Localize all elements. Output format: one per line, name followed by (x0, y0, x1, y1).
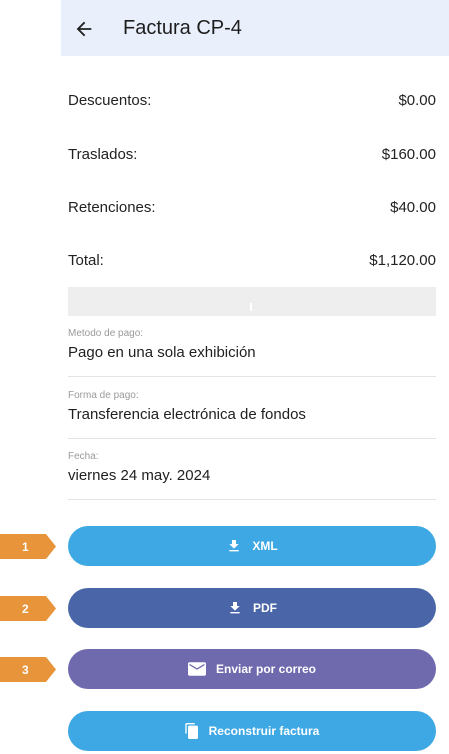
date-value: viernes 24 may. 2024 (68, 467, 211, 484)
download-icon (230, 602, 240, 614)
total-label: Total: (68, 252, 104, 269)
app-bar: Factura CP-4 (61, 0, 449, 56)
page-title: Factura CP-4 (123, 17, 242, 39)
payment-form-value: Transferencia electrónica de fondos (68, 406, 306, 423)
step-badge-2: 2 (0, 596, 56, 621)
copy-file-icon (184, 723, 198, 739)
step-badge-3: 3 (0, 657, 56, 682)
envelope-icon (187, 662, 206, 676)
payment-method-label: Metodo de pago: (68, 328, 144, 339)
step-badge-3-number: 3 (22, 663, 29, 677)
divider (68, 438, 436, 439)
rebuild-invoice-button[interactable]: Reconstruir factura (68, 711, 436, 751)
discounts-value: $0.00 (398, 92, 436, 109)
download-xml-button[interactable]: XML (68, 526, 436, 566)
download-pdf-label: PDF (253, 601, 277, 615)
transfers-value: $160.00 (381, 146, 436, 163)
separator-strip (68, 287, 436, 316)
strip-mark (250, 303, 252, 311)
rebuild-invoice-label: Reconstruir factura (208, 724, 320, 738)
download-icon (229, 540, 239, 552)
send-email-button[interactable]: Enviar por correo (68, 649, 436, 689)
download-xml-label: XML (252, 539, 278, 553)
divider (68, 499, 436, 500)
send-email-label: Enviar por correo (215, 662, 317, 676)
back-arrow-icon[interactable] (73, 18, 95, 40)
total-value: $1,120.00 (369, 252, 436, 269)
transfers-label: Traslados: (68, 146, 138, 163)
withholdings-value: $40.00 (390, 199, 436, 216)
divider (68, 376, 436, 377)
payment-method-field: Metodo de pago: Pago en una sola exhibic… (68, 328, 436, 361)
step-badge-1: 1 (0, 534, 56, 559)
withholdings-label: Retenciones: (68, 199, 156, 216)
download-pdf-button[interactable]: PDF (68, 588, 436, 628)
discounts-label: Descuentos: (68, 92, 152, 109)
date-label: Fecha: (68, 451, 99, 462)
payment-method-value: Pago en una sola exhibición (68, 344, 256, 361)
payment-form-field: Forma de pago: Transferencia electrónica… (68, 390, 436, 423)
date-field: Fecha: viernes 24 may. 2024 (68, 451, 436, 484)
step-badge-2-number: 2 (22, 602, 29, 616)
payment-form-label: Forma de pago: (68, 390, 139, 401)
step-badge-1-number: 1 (22, 540, 29, 554)
